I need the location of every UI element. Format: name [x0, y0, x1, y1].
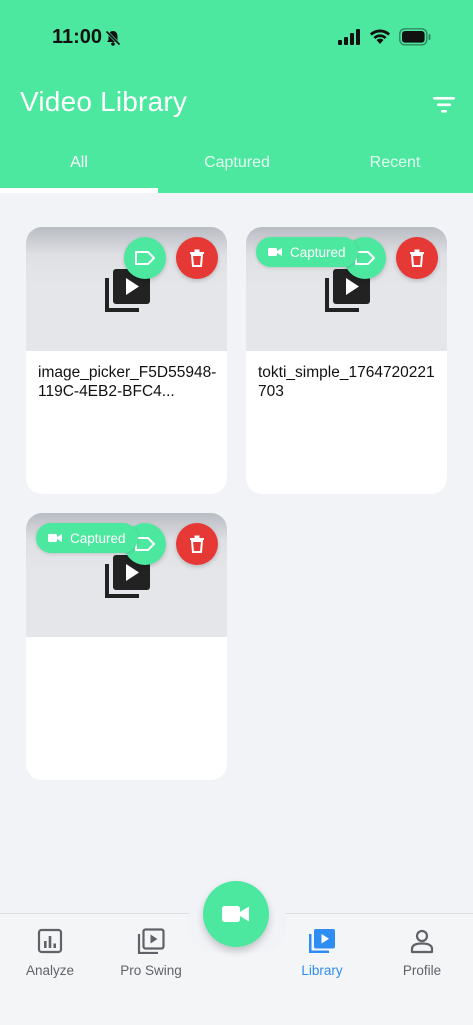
nav-item-profile[interactable]: Profile — [375, 928, 469, 978]
video-camera-icon — [48, 534, 62, 542]
video-card[interactable]: Captured tokti_simple_1764720221703 — [246, 227, 447, 494]
label-icon — [135, 251, 155, 265]
tab-indicator — [0, 188, 158, 193]
nav-item-pro-swing[interactable]: Pro Swing — [104, 928, 198, 978]
nav-item-library[interactable]: Library — [275, 928, 369, 978]
video-library-icon — [309, 929, 335, 953]
trash-icon — [410, 249, 424, 267]
captured-badge: Captured — [36, 523, 138, 553]
video-camera-icon — [268, 248, 282, 256]
trash-icon — [190, 535, 204, 553]
person-icon — [410, 929, 434, 954]
video-camera-icon — [222, 906, 249, 922]
page-title: Video Library — [20, 86, 188, 117]
filter-icon[interactable] — [430, 94, 458, 116]
wifi-icon — [370, 29, 390, 44]
trash-icon — [190, 249, 204, 267]
app-header: 11:00 Video Library All Captured Recent — [0, 0, 473, 193]
video-card[interactable]: Captured — [26, 513, 227, 780]
video-card[interactable]: image_picker_F5D55948-119C-4EB2-BFC4... — [26, 227, 227, 494]
delete-button[interactable] — [176, 237, 218, 279]
nav-label-profile: Profile — [402, 963, 442, 978]
nav-item-analyze[interactable]: Analyze — [3, 928, 97, 978]
nav-label-library: Library — [301, 963, 343, 978]
video-name: image_picker_F5D55948-119C-4EB2-BFC4... — [38, 364, 217, 400]
video-library-icon — [137, 928, 165, 955]
nav-label-analyze: Analyze — [25, 963, 75, 978]
status-time: 11:00 — [52, 26, 103, 48]
captured-badge-label: Captured — [290, 244, 346, 260]
tab-recent[interactable]: Recent — [316, 154, 473, 172]
record-video-button[interactable] — [203, 881, 269, 947]
video-name: tokti_simple_1764720221703 — [258, 364, 435, 400]
nav-label-pro-swing: Pro Swing — [120, 963, 182, 978]
delete-button[interactable] — [396, 237, 438, 279]
chart-icon — [37, 928, 63, 954]
tab-all[interactable]: All — [0, 154, 158, 172]
battery-icon — [399, 28, 431, 46]
delete-button[interactable] — [176, 523, 218, 565]
captured-badge: Captured — [256, 237, 358, 267]
cellular-signal-icon — [338, 29, 360, 45]
tag-button[interactable] — [124, 237, 166, 279]
tab-captured[interactable]: Captured — [158, 154, 316, 172]
captured-badge-label: Captured — [70, 530, 126, 546]
bell-muted-icon — [105, 30, 121, 46]
